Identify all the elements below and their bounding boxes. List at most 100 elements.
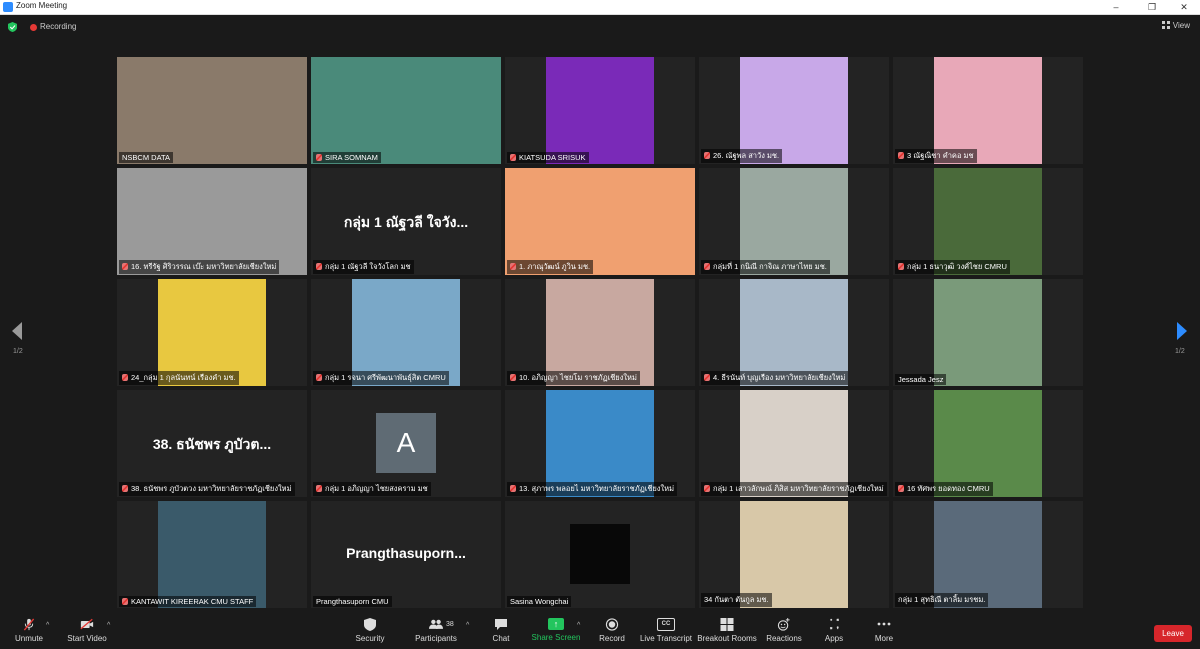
participant-name-label: SIRA SOMNAM <box>313 152 381 163</box>
participant-video <box>934 501 1042 608</box>
participants-count: 38 <box>446 621 454 628</box>
close-button[interactable]: ✕ <box>1168 0 1200 14</box>
breakout-rooms-label: Breakout Rooms <box>697 634 757 643</box>
muted-microphone-icon <box>704 485 710 492</box>
muted-microphone-icon <box>122 374 128 381</box>
breakout-rooms-icon <box>720 618 734 631</box>
participant-tile[interactable]: 10. อภิญญา ไชยโม ราชภัฏเชียงใหม่ <box>505 279 695 386</box>
muted-microphone-icon <box>510 485 516 492</box>
participant-name-label: กลุ่ม 1 อภิญญา ไชยสงคราม มช <box>313 482 431 496</box>
participant-tile[interactable]: กลุ่ม 1 รจนา ศรีพัฒนาพันธ์ุสิต CMRU <box>311 279 501 386</box>
next-page-arrow-icon[interactable] <box>1177 322 1187 340</box>
participant-tile[interactable]: NSBCM DATA <box>117 57 307 164</box>
participant-tile[interactable]: กลุ่มที่ 1 กนิณี กาจิณ ภาษาไทย มช. <box>699 168 889 275</box>
participant-video <box>740 390 848 497</box>
view-label: View <box>1172 21 1190 30</box>
muted-microphone-icon <box>122 598 128 605</box>
apps-icon <box>829 618 840 630</box>
start-video-button[interactable]: Start Video <box>52 618 122 643</box>
participant-tile[interactable]: 24_กลุ่ม 1 กุลนันทน์ เรืองคำ มช. <box>117 279 307 386</box>
muted-microphone-icon <box>704 152 710 159</box>
participant-name: 24_กลุ่ม 1 กุลนันทน์ เรืองคำ มช. <box>131 373 236 382</box>
participant-name: SIRA SOMNAM <box>325 153 378 162</box>
muted-microphone-icon <box>122 263 128 270</box>
participant-tile[interactable]: 3 ณัฐณิชา คำคอ มช <box>893 57 1083 164</box>
more-dots-icon <box>877 622 891 626</box>
more-label: More <box>874 634 894 643</box>
chat-bubble-icon <box>495 619 507 630</box>
muted-microphone-icon <box>898 485 904 492</box>
participant-tile[interactable]: กลุ่ม 1 ธนาวุฒิ วงศ์ไชย CMRU <box>893 168 1083 275</box>
maximize-button[interactable]: ❐ <box>1136 0 1168 14</box>
more-button[interactable]: More <box>849 618 919 643</box>
recording-label[interactable]: Recording <box>40 22 76 31</box>
record-icon <box>605 618 619 631</box>
participant-name: 13. สุภาพร พลอยไ มหาวิทยาลัยราชภัฏเชียงใ… <box>519 484 675 493</box>
leave-button[interactable]: Leave <box>1154 625 1192 642</box>
previous-page-arrow-icon[interactable] <box>12 322 22 340</box>
participant-name: กลุ่ม 1 เสาวลักษณ์ ภิสิส มหาวิทยาลัยราชภ… <box>713 484 884 493</box>
participants-button[interactable]: Participants <box>401 618 471 643</box>
participant-name: 10. อภิญญา ไชยโม ราชภัฏเชียงใหม่ <box>519 373 637 382</box>
participant-tile[interactable]: SIRA SOMNAM <box>311 57 501 164</box>
participants-label: Participants <box>415 634 457 643</box>
participant-tile[interactable]: 34 กันตา ตันกูล มช. <box>699 501 889 608</box>
participant-avatar: A <box>376 413 436 473</box>
view-button[interactable]: View <box>1161 21 1190 30</box>
participant-tile[interactable]: 38. ธนัชพร ภูบัวต... 38. ธนัชพร ภูบัวตวง … <box>117 390 307 497</box>
participant-video <box>117 168 307 275</box>
participant-name-label: Jessada Jesz <box>895 374 947 385</box>
participant-name-label: กลุ่มที่ 1 กนิณี กาจิณ ภาษาไทย มช. <box>701 260 830 274</box>
participant-video <box>740 168 848 275</box>
participant-name-label: 16. ทรีรัฐ ศิริวรรณ เบ๊ะ มหาวิทยาลัยเชีย… <box>119 260 280 274</box>
participant-tile[interactable]: Sasina Wongchai <box>505 501 695 608</box>
muted-microphone-icon <box>316 263 322 270</box>
live-transcript-button[interactable]: CC Live Transcript <box>631 618 701 643</box>
participant-video <box>311 57 501 164</box>
participant-tile[interactable]: Prangthasuporn... Prangthasuporn CMU <box>311 501 501 608</box>
reactions-label: Reactions <box>766 634 802 643</box>
unmute-label: Unmute <box>14 634 43 643</box>
participant-name: 26. ณัฐพล สาวัง มช. <box>713 151 780 160</box>
participant-tile[interactable]: Jessada Jesz <box>893 279 1083 386</box>
participant-tile[interactable]: 4. ธีรนันท์ บุญเรือง มหาวิทยาลัยเชียงใหม… <box>699 279 889 386</box>
participant-display-name: กลุ่ม 1 ณัฐวลี ใจวัง... <box>343 214 469 230</box>
participant-name: 4. ธีรนันท์ บุญเรือง มหาวิทยาลัยเชียงใหม… <box>713 373 846 382</box>
share-screen-label: Share Screen <box>531 633 581 642</box>
participant-tile[interactable]: กลุ่ม 1 ณัฐวลี ใจวัง... กลุ่ม 1 ณัฐวลี ใจ… <box>311 168 501 275</box>
participant-tile[interactable]: 16 ทัศพร ยอดทอง CMRU <box>893 390 1083 497</box>
participant-name: Jessada Jesz <box>898 375 944 384</box>
participant-name-label: Sasina Wongchai <box>507 596 572 607</box>
participant-name-label: 10. อภิญญา ไชยโม ราชภัฏเชียงใหม่ <box>507 371 640 385</box>
participant-name-label: 24_กลุ่ม 1 กุลนันทน์ เรืองคำ มช. <box>119 371 239 385</box>
recording-indicator-icon <box>30 24 37 31</box>
muted-microphone-icon <box>122 485 128 492</box>
page-indicator-right: 1/2 <box>1175 348 1185 355</box>
live-transcript-label: Live Transcript <box>639 634 693 643</box>
participant-tile[interactable]: 26. ณัฐพล สาวัง มช. <box>699 57 889 164</box>
muted-microphone-icon <box>898 152 904 159</box>
participant-name: KIATSUDA SRISUK <box>519 153 586 162</box>
participant-name-label: 26. ณัฐพล สาวัง มช. <box>701 149 783 163</box>
participant-tile[interactable]: KIATSUDA SRISUK <box>505 57 695 164</box>
zoom-app-icon <box>3 2 13 12</box>
window-titlebar: Zoom Meeting – ❐ ✕ <box>0 0 1200 15</box>
security-shield-icon[interactable] <box>8 22 17 32</box>
participant-video <box>505 168 695 275</box>
participant-tile[interactable]: กลุ่ม 1 เสาวลักษณ์ ภิสิส มหาวิทยาลัยราชภ… <box>699 390 889 497</box>
participant-display-name: 38. ธนัชพร ภูบัวต... <box>152 436 272 452</box>
participant-video <box>934 57 1042 164</box>
participant-tile[interactable]: กลุ่ม 1 สุทธิณี ตาลิ้ม มรชม. <box>893 501 1083 608</box>
participant-name-label: 3 ณัฐณิชา คำคอ มช <box>895 149 977 163</box>
participant-tile[interactable]: 1. ภาณุวัฒน์ ภูวิน มช. <box>505 168 695 275</box>
participant-name-label: กลุ่ม 1 รจนา ศรีพัฒนาพันธ์ุสิต CMRU <box>313 371 449 385</box>
participant-tile[interactable]: 13. สุภาพร พลอยไ มหาวิทยาลัยราชภัฏเชียงใ… <box>505 390 695 497</box>
security-button[interactable]: Security <box>335 618 405 643</box>
audio-options-caret[interactable]: ^ <box>46 622 49 629</box>
minimize-button[interactable]: – <box>1100 0 1132 14</box>
participant-tile[interactable]: A กลุ่ม 1 อภิญญา ไชยสงคราม มช <box>311 390 501 497</box>
muted-microphone-icon <box>898 263 904 270</box>
participant-tile[interactable]: KANTAWIT KIREERAK CMU STAFF <box>117 501 307 608</box>
video-options-caret[interactable]: ^ <box>107 622 110 629</box>
participant-tile[interactable]: 16. ทรีรัฐ ศิริวรรณ เบ๊ะ มหาวิทยาลัยเชีย… <box>117 168 307 275</box>
